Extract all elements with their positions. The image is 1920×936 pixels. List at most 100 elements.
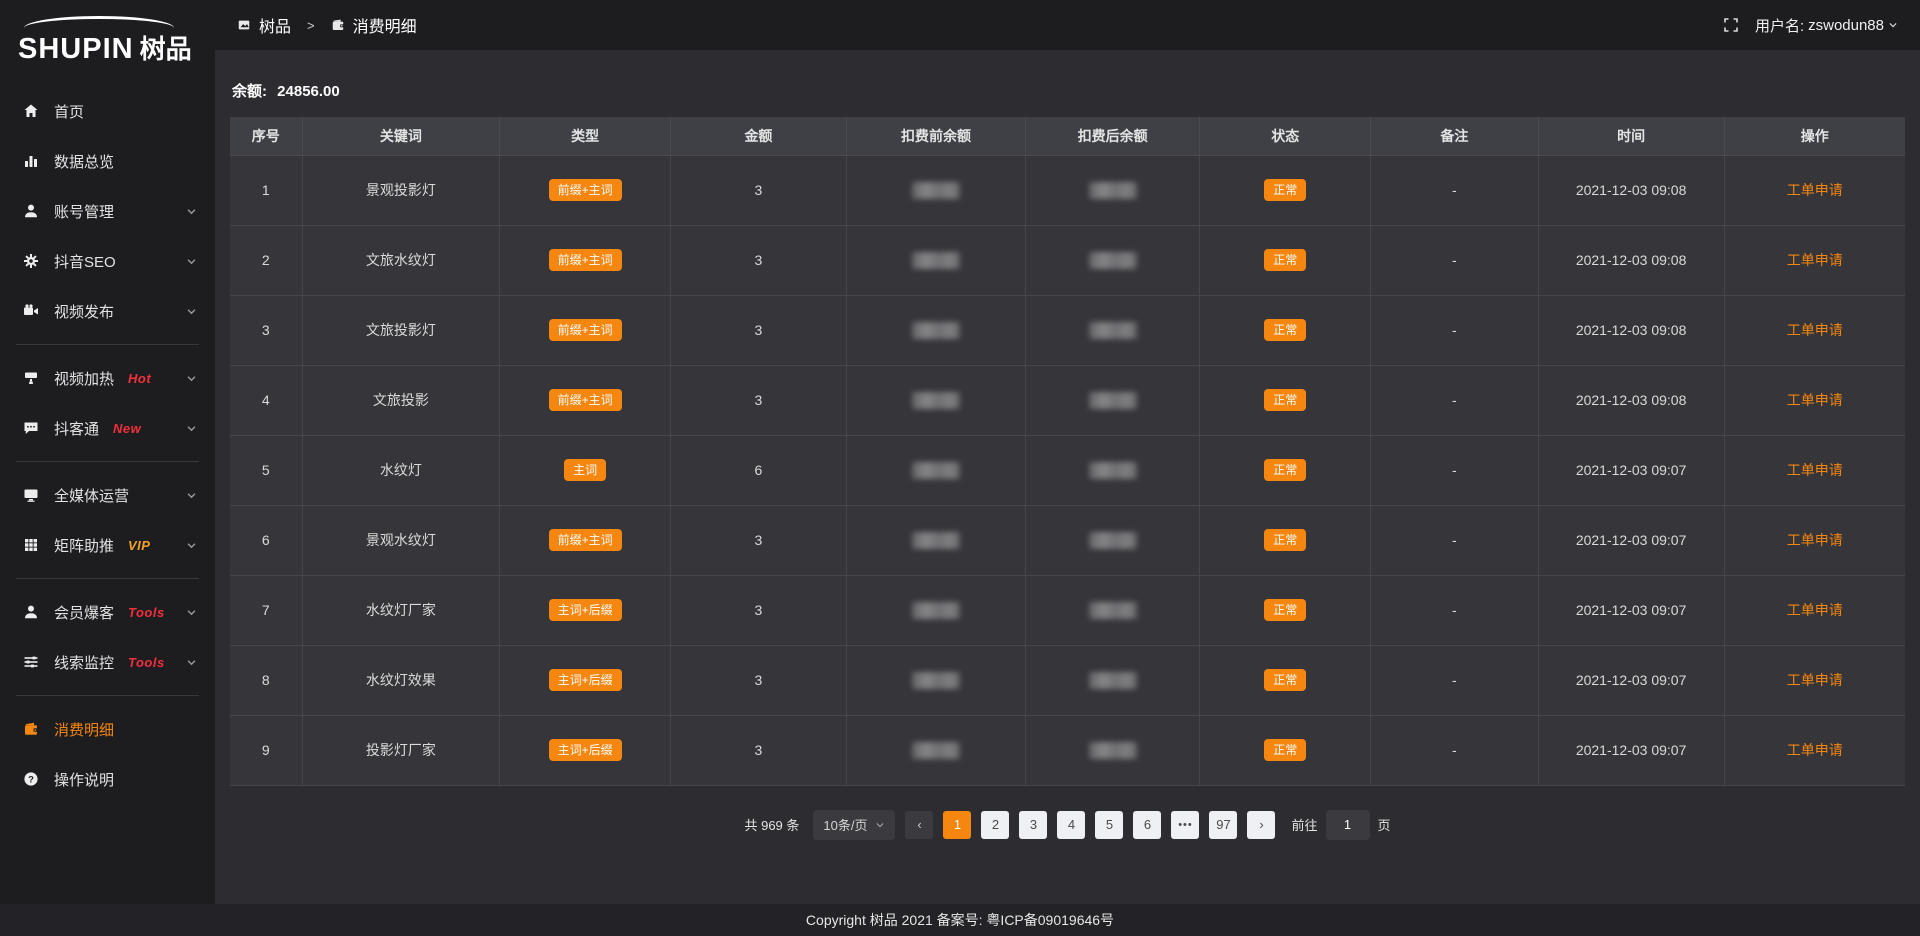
table-row: 5 水纹灯 主词 6 正常 - 2021-12-03 09:07 工单申请 — [230, 435, 1905, 505]
table-row: 4 文旅投影 前缀+主词 3 正常 - 2021-12-03 09:08 工单申… — [230, 365, 1905, 435]
sidebar-item[interactable]: ? 操作说明 — [0, 754, 215, 804]
page-number-button[interactable]: 4 — [1057, 811, 1085, 839]
masked-balance-before — [912, 182, 960, 199]
chevron-down-icon — [186, 373, 197, 384]
chat-icon — [22, 419, 40, 437]
masked-balance-before — [912, 322, 960, 339]
table-header-cell: 金额 — [671, 117, 847, 155]
page-number-button[interactable]: 2 — [981, 811, 1009, 839]
table-row: 6 景观水纹灯 前缀+主词 3 正常 - 2021-12-03 09:07 工单… — [230, 505, 1905, 575]
sidebar-item[interactable]: 会员爆客 Tools — [0, 587, 215, 637]
work-order-link[interactable]: 工单申请 — [1787, 532, 1843, 548]
page-size-select[interactable]: 10条/页 — [813, 810, 895, 840]
masked-balance-after — [1089, 252, 1137, 269]
username-value: zswodun88 — [1808, 17, 1884, 34]
masked-balance-before — [912, 392, 960, 409]
masked-balance-before — [912, 462, 960, 479]
type-badge: 前缀+主词 — [549, 319, 622, 341]
sidebar-item[interactable]: 账号管理 — [0, 186, 215, 236]
cell-index: 7 — [230, 575, 302, 645]
sidebar-item[interactable]: 消费明细 — [0, 704, 215, 754]
sidebar-item[interactable]: 首页 — [0, 86, 215, 136]
work-order-link[interactable]: 工单申请 — [1787, 182, 1843, 198]
sidebar-item[interactable]: 线索监控 Tools — [0, 637, 215, 687]
sidebar-item[interactable]: 视频加热 Hot — [0, 353, 215, 403]
cell-index: 4 — [230, 365, 302, 435]
sidebar: SHUPIN 树品 首页 数据总览 账号管理 — [0, 0, 215, 904]
cell-amount: 3 — [671, 645, 847, 715]
copyright-text: Copyright 树品 2021 备案号: 粤ICP备09019646号 — [806, 910, 1114, 930]
page-number-button[interactable]: ••• — [1171, 811, 1199, 839]
work-order-link[interactable]: 工单申请 — [1787, 672, 1843, 688]
sidebar-item-badge: Tools — [128, 605, 165, 620]
cell-remark: - — [1371, 155, 1539, 225]
page-number-button[interactable]: 1 — [943, 811, 971, 839]
page-number-button[interactable]: 3 — [1019, 811, 1047, 839]
work-order-link[interactable]: 工单申请 — [1787, 462, 1843, 478]
username-label: 用户名: — [1755, 15, 1804, 36]
chevron-down-icon — [186, 607, 197, 618]
user-menu[interactable]: 用户名: zswodun88 — [1755, 15, 1898, 36]
sidebar-item-label: 抖客通 — [54, 418, 99, 439]
sidebar-item[interactable]: 全媒体运营 — [0, 470, 215, 520]
sidebar-item[interactable]: 抖客通 New — [0, 403, 215, 453]
cell-amount: 6 — [671, 435, 847, 505]
work-order-link[interactable]: 工单申请 — [1787, 742, 1843, 758]
type-badge: 前缀+主词 — [549, 389, 622, 411]
page-number-button[interactable]: 6 — [1133, 811, 1161, 839]
page-number-button[interactable]: 97 — [1209, 811, 1237, 839]
goto-suffix: 页 — [1378, 815, 1391, 834]
cell-remark: - — [1371, 645, 1539, 715]
type-badge: 前缀+主词 — [549, 249, 622, 271]
fullscreen-icon[interactable] — [1723, 17, 1739, 33]
cell-remark: - — [1371, 715, 1539, 785]
sidebar-item[interactable]: 视频发布 — [0, 286, 215, 336]
content-area: 余额: 24856.00 序号关键词类型金额扣费前余额扣费后余额状态备注时间操作 — [215, 50, 1920, 904]
sidebar-item[interactable]: 抖音SEO — [0, 236, 215, 286]
work-order-link[interactable]: 工单申请 — [1787, 252, 1843, 268]
chevron-down-icon — [186, 256, 197, 267]
cell-time: 2021-12-03 09:08 — [1538, 295, 1724, 365]
chevron-down-icon — [186, 540, 197, 551]
cell-keyword: 文旅投影 — [302, 365, 500, 435]
work-order-link[interactable]: 工单申请 — [1787, 322, 1843, 338]
cell-keyword: 文旅投影灯 — [302, 295, 500, 365]
status-badge: 正常 — [1264, 179, 1306, 201]
video-camera-icon — [22, 302, 40, 320]
table-header-cell: 备注 — [1371, 117, 1539, 155]
sliders-icon — [22, 653, 40, 671]
table-row: 1 景观投影灯 前缀+主词 3 正常 - 2021-12-03 09:08 工单… — [230, 155, 1905, 225]
divider — [16, 578, 199, 579]
status-badge: 正常 — [1264, 389, 1306, 411]
sidebar-item[interactable]: 矩阵助推 VIP — [0, 520, 215, 570]
cell-remark: - — [1371, 365, 1539, 435]
masked-balance-before — [912, 602, 960, 619]
goto-page-input[interactable] — [1326, 810, 1370, 840]
masked-balance-after — [1089, 742, 1137, 759]
brand-logo: SHUPIN 树品 — [0, 6, 215, 72]
cell-time: 2021-12-03 09:08 — [1538, 155, 1724, 225]
sidebar-item[interactable]: 数据总览 — [0, 136, 215, 186]
cell-amount: 3 — [671, 155, 847, 225]
page-buttons: 123456 ••• 97 — [943, 811, 1237, 839]
table-header-cell: 状态 — [1200, 117, 1371, 155]
cell-remark: - — [1371, 225, 1539, 295]
breadcrumb-root[interactable]: 树品 — [259, 13, 291, 37]
next-page-button[interactable]: › — [1247, 811, 1275, 839]
table-row: 3 文旅投影灯 前缀+主词 3 正常 - 2021-12-03 09:08 工单… — [230, 295, 1905, 365]
prev-page-button[interactable]: ‹ — [905, 811, 933, 839]
masked-balance-after — [1089, 392, 1137, 409]
page-number-button[interactable]: 5 — [1095, 811, 1123, 839]
monitor-icon — [22, 486, 40, 504]
type-badge: 主词+后缀 — [549, 739, 622, 761]
type-badge: 前缀+主词 — [549, 179, 622, 201]
table-header-cell: 扣费前余额 — [846, 117, 1025, 155]
pagination-total: 共 969 条 — [744, 815, 799, 834]
work-order-link[interactable]: 工单申请 — [1787, 602, 1843, 618]
work-order-link[interactable]: 工单申请 — [1787, 392, 1843, 408]
table-header-row: 序号关键词类型金额扣费前余额扣费后余额状态备注时间操作 — [230, 117, 1905, 155]
masked-balance-before — [912, 672, 960, 689]
cell-time: 2021-12-03 09:07 — [1538, 435, 1724, 505]
breadcrumb-current[interactable]: 消费明细 — [353, 13, 417, 37]
type-badge: 主词+后缀 — [549, 669, 622, 691]
